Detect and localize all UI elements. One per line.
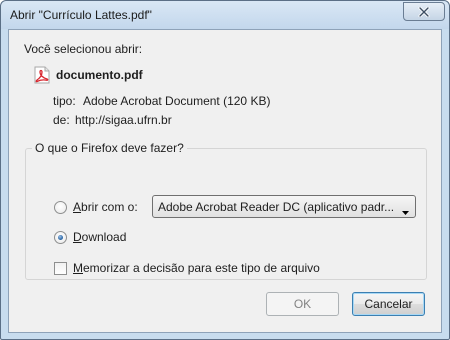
title-bar[interactable]: Abrir "Currículo Lattes.pdf" <box>1 1 449 29</box>
remember-label[interactable]: Memorizar a decisão para este tipo de ar… <box>73 261 320 275</box>
file-type-label: tipo: <box>53 94 76 108</box>
radio-selected-dot <box>58 235 63 240</box>
file-source-value: http://sigaa.ufrn.br <box>75 113 172 127</box>
file-source-label: de: <box>53 113 70 127</box>
intro-text: Você selecionou abrir: <box>24 42 143 56</box>
cancel-button-label: Cancelar <box>364 297 413 311</box>
dialog-window: Abrir "Currículo Lattes.pdf" Você seleci… <box>0 0 450 340</box>
remember-checkbox[interactable] <box>54 262 67 275</box>
file-name: documento.pdf <box>56 68 143 82</box>
action-question: O que o Firefox deve fazer? <box>32 141 187 155</box>
application-select[interactable]: Adobe Acrobat Reader DC (aplicativo padr… <box>152 195 416 218</box>
cancel-button[interactable]: Cancelar <box>352 292 425 316</box>
close-icon <box>418 6 430 17</box>
ok-button-label: OK <box>293 297 312 311</box>
download-radio[interactable] <box>54 231 67 244</box>
open-with-radio[interactable] <box>54 201 67 214</box>
pdf-file-icon <box>34 66 50 84</box>
action-group: O que o Firefox deve fazer? Abrir com o:… <box>25 141 427 280</box>
file-type-value: Adobe Acrobat Document (120 KB) <box>83 94 271 108</box>
close-button[interactable] <box>403 2 445 21</box>
application-select-value: Adobe Acrobat Reader DC (aplicativo padr… <box>158 200 395 214</box>
download-label[interactable]: Download <box>73 230 126 244</box>
dialog-body: Você selecionou abrir: documento.pdf tip… <box>8 29 442 333</box>
chevron-down-icon <box>402 204 409 218</box>
window-title: Abrir "Currículo Lattes.pdf" <box>10 8 152 22</box>
open-with-label[interactable]: Abrir com o: <box>73 200 138 214</box>
ok-button[interactable]: OK <box>266 292 339 316</box>
